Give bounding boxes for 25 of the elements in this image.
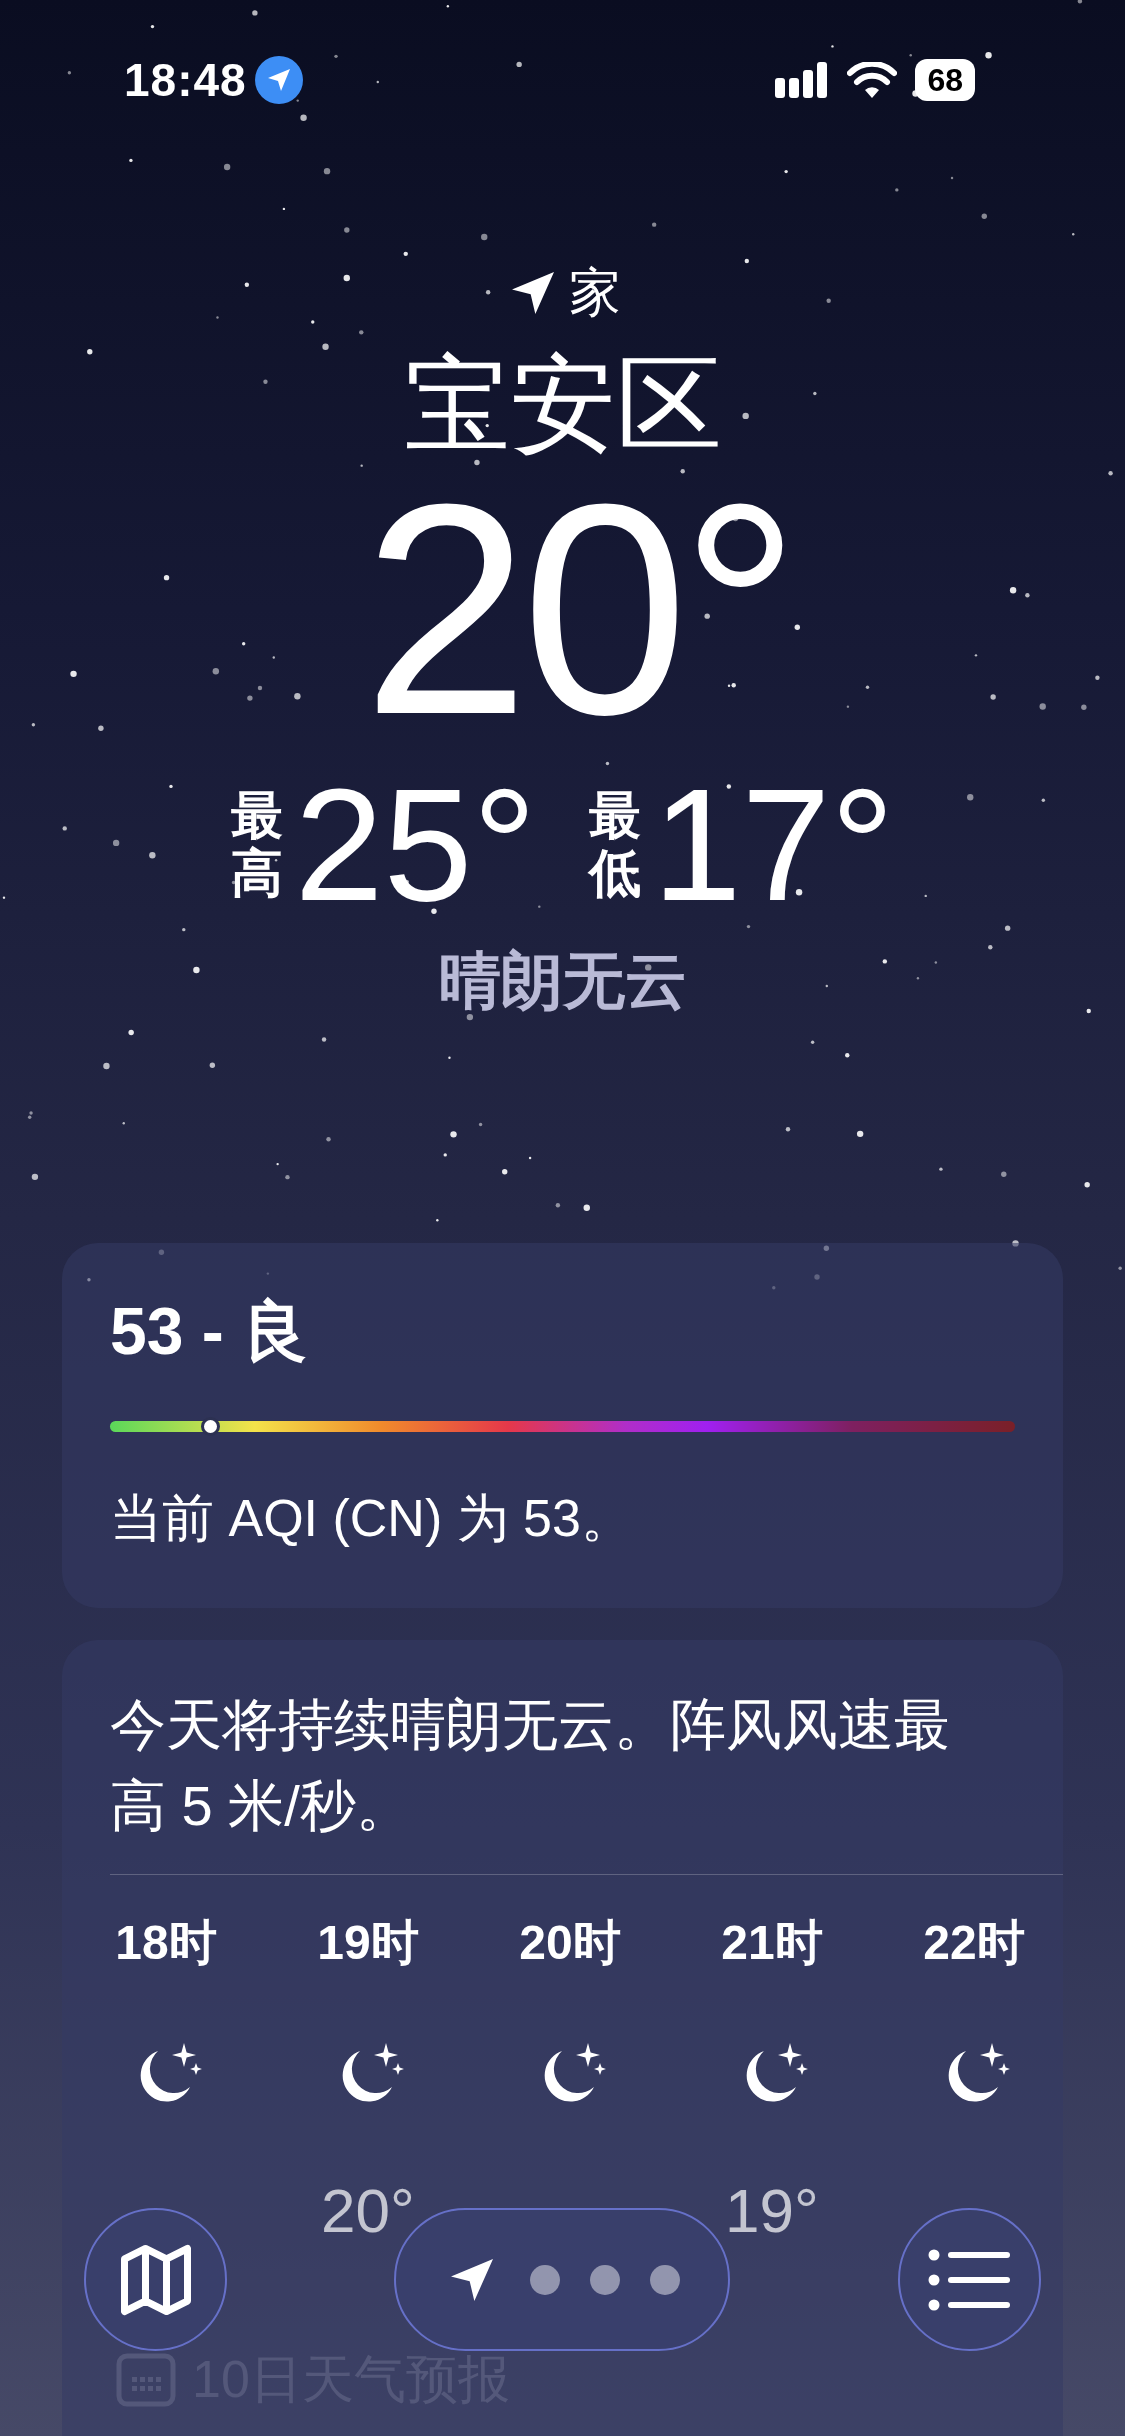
weather-condition: 晴朗无云 bbox=[438, 944, 687, 1017]
page-dot[interactable] bbox=[590, 2264, 620, 2295]
hour-label: 18时 bbox=[115, 1914, 217, 1971]
forecast-summary: 今天将持续晴朗无云。阵风风速最高 5 米/秒。 bbox=[110, 1691, 951, 1839]
signal-icon bbox=[775, 62, 830, 98]
low-label: 最低 bbox=[588, 787, 641, 902]
location-label: 家 bbox=[568, 262, 621, 323]
high-temperature: 25° bbox=[294, 764, 537, 925]
hour-temperature: 19° bbox=[725, 2174, 819, 2246]
hour-label: 22时 bbox=[923, 1914, 1025, 1971]
battery-indicator: 68 bbox=[915, 59, 975, 101]
hour-temperature: 20° bbox=[321, 2174, 415, 2246]
high-label: 最高 bbox=[230, 787, 283, 902]
status-time: 18:48 bbox=[124, 53, 247, 107]
calendar-icon bbox=[116, 2353, 176, 2407]
hour-label: 20时 bbox=[519, 1914, 621, 1971]
page-dot[interactable] bbox=[650, 2264, 680, 2295]
wifi-icon bbox=[847, 62, 898, 98]
low-temperature: 17° bbox=[652, 764, 895, 925]
hour-label: 19时 bbox=[317, 1914, 419, 1971]
hour-label: 21时 bbox=[721, 1914, 823, 1971]
aqi-description: 当前 AQI (CN) 为 53。 bbox=[110, 1487, 634, 1549]
page-dot[interactable] bbox=[530, 2264, 560, 2295]
air-quality-card[interactable]: 53 - 良 当前 AQI (CN) 为 53。 bbox=[62, 1242, 1063, 1608]
aqi-title: 53 - 良 bbox=[110, 1292, 310, 1370]
